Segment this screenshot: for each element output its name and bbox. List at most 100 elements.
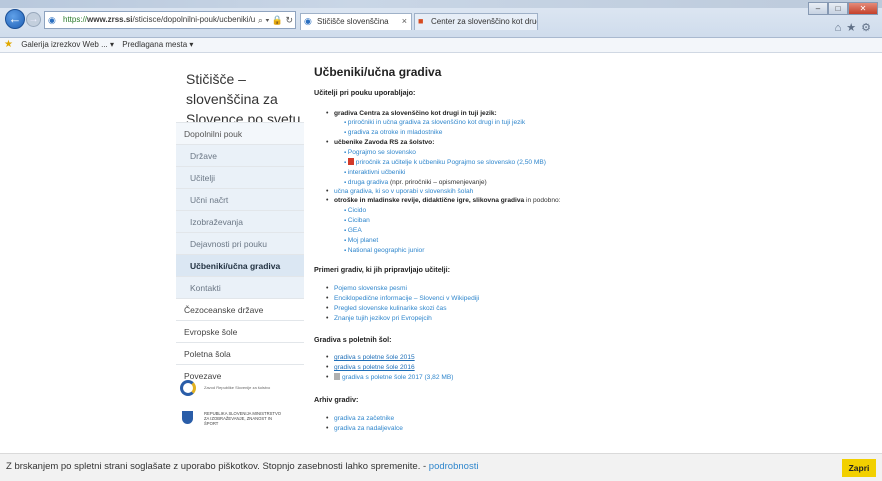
cookie-message: Z brskanjem po spletni strani soglašate … bbox=[6, 461, 479, 472]
close-window-button[interactable]: ✕ bbox=[848, 2, 878, 15]
list-item[interactable]: ▪ Ciciban bbox=[344, 216, 370, 226]
tab-center[interactable]: ■ Center za slovenščino kot drug... bbox=[414, 13, 538, 30]
list-item[interactable]: ▪ Cicido bbox=[344, 206, 366, 216]
url-secure-prefix: https:// bbox=[63, 15, 88, 24]
link[interactable]: učna gradiva, ki so v uporabi v slovensk… bbox=[334, 188, 473, 195]
sidebar-item-ucitelji[interactable]: Učitelji bbox=[176, 166, 304, 188]
sidebar-nav: Dopolnilni pouk Države Učitelji Učni nač… bbox=[176, 122, 304, 386]
list-item[interactable]: ▪ Moj planet bbox=[344, 236, 378, 246]
cookie-close-button[interactable]: Zapri bbox=[842, 459, 876, 477]
list-item[interactable]: ▪ GEA bbox=[344, 226, 362, 236]
link[interactable]: druga gradiva bbox=[348, 179, 388, 186]
url-path: /sticisce/dopolnilni-pouk/ucbeniki/ucna-… bbox=[132, 15, 276, 24]
window-controls: – □ ✕ bbox=[808, 2, 878, 16]
link[interactable]: priročniki in učna gradiva za slovenščin… bbox=[348, 119, 525, 126]
maximize-button[interactable]: □ bbox=[828, 2, 848, 15]
list-item[interactable]: ▪ priročnik za učitelje k učbeniku Pogra… bbox=[344, 158, 546, 168]
link[interactable]: Pregled slovenske kulinarike skozi čas bbox=[334, 305, 447, 312]
favorites-item-suggested[interactable]: Predlagana mesta ▾ bbox=[122, 40, 193, 49]
pdf-icon bbox=[334, 373, 340, 380]
list-item[interactable]: • Pregled slovenske kulinarike skozi čas bbox=[326, 304, 447, 313]
back-button[interactable]: ← bbox=[5, 9, 25, 29]
list-item[interactable]: • Pojemo slovenske pesmi bbox=[326, 284, 407, 293]
sidebar-item-evropske-sole[interactable]: Evropske šole bbox=[176, 320, 304, 342]
link[interactable]: gradiva s poletne šole 2015 bbox=[334, 354, 415, 361]
link[interactable]: gradiva za nadaljevalce bbox=[334, 425, 403, 432]
sidebar-item-cezoceanske[interactable]: Čezoceanske države bbox=[176, 298, 304, 320]
site-title[interactable]: Stičišče – slovenščina za Slovence po sv… bbox=[186, 69, 304, 129]
url-host: www.zrss.si bbox=[87, 15, 133, 24]
sidebar-item-ucni-nacrt[interactable]: Učni načrt bbox=[176, 188, 304, 210]
link[interactable]: gradiva za otroke in mladostnike bbox=[348, 129, 443, 136]
favorites-item-gallery[interactable]: Galerija izrezkov Web ... ▾ bbox=[21, 40, 114, 49]
link[interactable]: Pojemo slovenske pesmi bbox=[334, 285, 407, 292]
address-controls[interactable]: ⌕ ▾ 🔒 ↻ bbox=[254, 12, 293, 28]
list-item[interactable]: • Znanje tujih jezikov pri Evropejcih bbox=[326, 314, 432, 323]
forward-button[interactable]: → bbox=[26, 12, 41, 27]
link[interactable]: GEA bbox=[348, 227, 362, 234]
list-item[interactable]: • gradiva s poletne šole 2017 (3,82 MB) bbox=[326, 373, 453, 382]
browser-chrome: ← → ◉ https://www.zrss.si/sticisce/dopol… bbox=[0, 0, 882, 38]
page-favicon: ◉ bbox=[48, 15, 56, 25]
sidebar-item-drzave[interactable]: Države bbox=[176, 144, 304, 166]
list-item[interactable]: ▪ interaktivni učbeniki bbox=[344, 168, 405, 178]
pdf-icon bbox=[347, 158, 354, 165]
link[interactable]: National geographic junior bbox=[348, 247, 425, 254]
sidebar-item-dopolnilni-pouk[interactable]: Dopolnilni pouk bbox=[176, 122, 304, 144]
sidebar-item-izobrazevanja[interactable]: Izobraževanja bbox=[176, 210, 304, 232]
list-item[interactable]: ▪ Pograjmo se slovensko bbox=[344, 148, 416, 158]
link[interactable]: Ciciban bbox=[348, 217, 370, 224]
list-item: • učbenike Zavoda RS za šolstvo: bbox=[326, 139, 435, 146]
list-item[interactable]: • gradiva za začetnike bbox=[326, 414, 394, 423]
link[interactable]: interaktivni učbeniki bbox=[348, 169, 406, 176]
sidebar-item-ucbeniki[interactable]: Učbeniki/učna gradiva bbox=[176, 254, 304, 276]
tab-title: Stičišče slovenščina bbox=[317, 17, 389, 26]
link[interactable]: priročnik za učitelje k učbeniku Pograjm… bbox=[356, 159, 546, 166]
sidebar-item-dejavnosti[interactable]: Dejavnosti pri pouku bbox=[176, 232, 304, 254]
minimize-button[interactable]: – bbox=[808, 2, 828, 15]
tab-favicon: ■ bbox=[418, 16, 424, 26]
link[interactable]: Znanje tujih jezikov pri Evropejcih bbox=[334, 315, 432, 322]
section-heading-arhiv: Arhiv gradiv: bbox=[314, 395, 359, 404]
list-item[interactable]: ▪ priročniki in učna gradiva za slovenšč… bbox=[344, 118, 525, 128]
link[interactable]: Pograjmo se slovensko bbox=[348, 149, 416, 156]
intro-heading: Učitelji pri pouku uporabljajo: bbox=[314, 88, 416, 97]
address-bar[interactable]: ◉ https://www.zrss.si/sticisce/dopolniln… bbox=[44, 11, 296, 29]
tab-close-icon[interactable]: × bbox=[402, 14, 407, 29]
list-item[interactable]: • gradiva za nadaljevalce bbox=[326, 424, 403, 433]
zrss-logo-text: Zavod Republike Slovenije za šolstvo bbox=[204, 385, 271, 390]
list-item: • gradiva Centra za slovenščino kot drugi… bbox=[326, 110, 497, 117]
cookie-details-link[interactable]: podrobnosti bbox=[429, 461, 479, 472]
link[interactable]: gradiva s poletne šole 2017 (3,82 MB) bbox=[342, 374, 453, 381]
list-item: • otroške in mladinske revije, didaktične… bbox=[326, 197, 561, 204]
title-bar bbox=[0, 0, 882, 8]
sidebar-item-povezave[interactable]: Povezave bbox=[176, 364, 304, 386]
list-item[interactable]: ▪ gradiva za otroke in mladostnike bbox=[344, 128, 442, 138]
page-title: Učbeniki/učna gradiva bbox=[314, 65, 442, 79]
sidebar-item-poletna-sola[interactable]: Poletna šola bbox=[176, 342, 304, 364]
list-item[interactable]: • gradiva s poletne šole 2015 bbox=[326, 353, 415, 362]
zrss-logo[interactable] bbox=[180, 380, 196, 396]
list-item[interactable]: ▪ National geographic junior bbox=[344, 246, 424, 256]
list-item[interactable]: • Enciklopedične informacije – Slovenci v… bbox=[326, 294, 479, 303]
tab-favicon: ◉ bbox=[304, 16, 312, 26]
ministry-logo-text: REPUBLIKA SLOVENIJA MINISTRSTVO ZA IZOBR… bbox=[204, 411, 282, 426]
toolbar-icons[interactable]: ⌂★⚙ bbox=[835, 21, 876, 34]
list-item[interactable]: • gradiva s poletne šole 2016 bbox=[326, 363, 415, 372]
link[interactable]: Cicido bbox=[348, 207, 366, 214]
favorites-star-icon[interactable]: ★ bbox=[4, 39, 13, 50]
section-heading-primeri: Primeri gradiv, ki jih pripravljajo učit… bbox=[314, 265, 451, 274]
section-heading-poletne: Gradiva s poletnih šol: bbox=[314, 335, 392, 344]
link[interactable]: gradiva s poletne šole 2016 bbox=[334, 364, 415, 371]
list-item[interactable]: • učna gradiva, ki so v uporabi v slovens… bbox=[326, 187, 473, 196]
cookie-bar: Z brskanjem po spletni strani soglašate … bbox=[0, 453, 882, 481]
link[interactable]: Moj planet bbox=[348, 237, 378, 244]
tab-sticisce[interactable]: ◉ Stičišče slovenščina × bbox=[300, 13, 412, 30]
tab-title: Center za slovenščino kot drug... bbox=[431, 17, 538, 26]
sidebar-item-kontakti[interactable]: Kontakti bbox=[176, 276, 304, 298]
link[interactable]: Enciklopedične informacije – Slovenci v … bbox=[334, 295, 479, 302]
link[interactable]: gradiva za začetnike bbox=[334, 415, 394, 422]
favorites-bar: ★ Galerija izrezkov Web ... ▾ Predlagana… bbox=[0, 38, 882, 53]
ministry-crest-logo[interactable] bbox=[182, 411, 193, 424]
web-page: Stičišče – slovenščina za Slovence po sv… bbox=[0, 53, 882, 453]
